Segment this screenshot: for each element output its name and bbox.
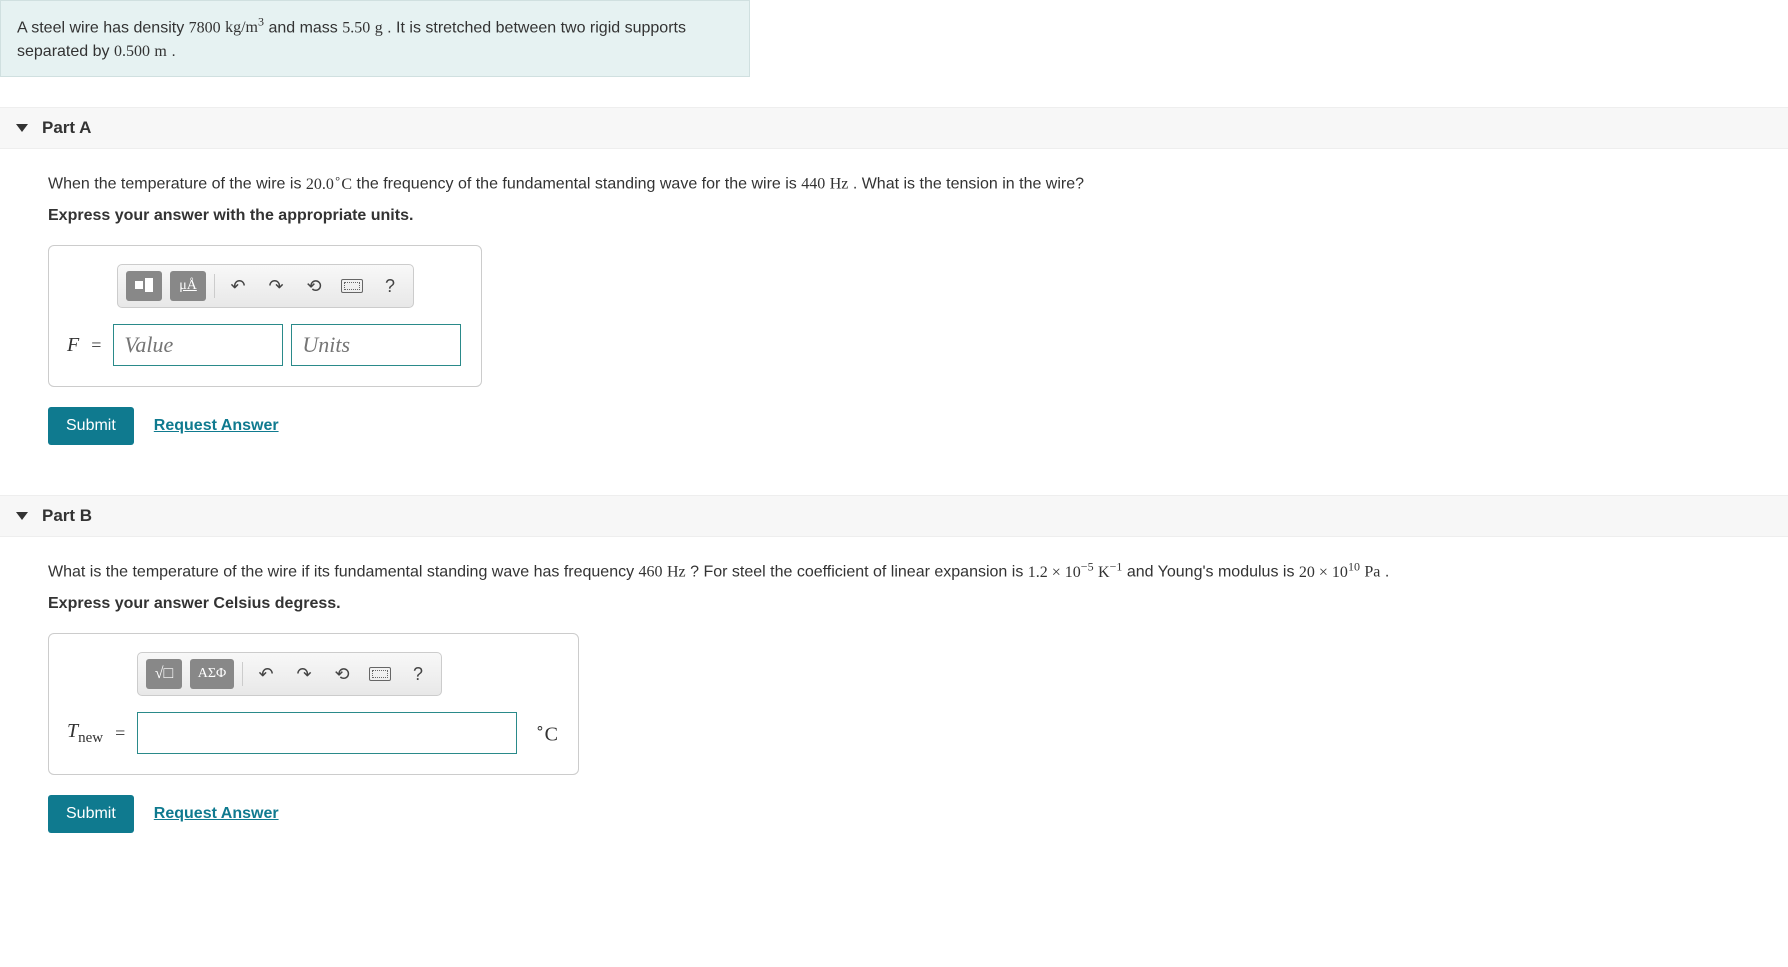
question-text: . <box>1385 564 1389 581</box>
part-a-title: Part A <box>42 118 91 138</box>
density-units: kg/m3 <box>225 19 264 36</box>
keyboard-icon[interactable] <box>365 660 395 688</box>
part-b-header[interactable]: Part B <box>0 495 1788 537</box>
question-text: ? For steel the coefficient of linear ex… <box>690 564 1028 581</box>
help-icon[interactable]: ? <box>375 272 405 300</box>
part-a-toolbar: μÅ ↶ ↷ ⟲ ? <box>117 264 414 308</box>
part-a-header[interactable]: Part A <box>0 107 1788 149</box>
frequency-unit: Hz <box>667 564 686 581</box>
young-unit: Pa <box>1364 564 1380 581</box>
length-units: m <box>154 43 166 60</box>
length-value: 0.500 <box>114 43 150 60</box>
equals-sign: = <box>115 723 125 744</box>
templates-icon[interactable]: √□ <box>146 659 182 689</box>
question-text: the frequency of the fundamental standin… <box>357 176 802 193</box>
reset-icon[interactable]: ⟲ <box>299 272 329 300</box>
part-b-body: What is the temperature of the wire if i… <box>0 537 1788 853</box>
young-modulus: 20 × 1010 <box>1299 564 1360 581</box>
templates-icon[interactable] <box>126 271 162 301</box>
part-a-body: When the temperature of the wire is 20.0… <box>0 149 1788 465</box>
frequency-value: 460 <box>639 564 663 581</box>
part-a-answer-box: μÅ ↶ ↷ ⟲ ? F = <box>48 245 482 387</box>
mass-value: 5.50 <box>342 19 370 36</box>
submit-button[interactable]: Submit <box>48 795 134 833</box>
undo-icon[interactable]: ↶ <box>251 660 281 688</box>
help-icon[interactable]: ? <box>403 660 433 688</box>
part-a-input-row: F = <box>67 324 461 366</box>
part-b-title: Part B <box>42 506 92 526</box>
problem-statement: A steel wire has density 7800 kg/m3 and … <box>0 0 750 77</box>
unit-suffix: ∘C <box>535 719 558 747</box>
problem-text: A steel wire has density <box>17 19 189 36</box>
question-text: When the temperature of the wire is <box>48 176 306 193</box>
variable-label: Tnew <box>67 720 103 747</box>
part-b-input-row: Tnew = ∘C <box>67 712 558 754</box>
units-picker-button[interactable]: μÅ <box>170 271 206 301</box>
variable-label: F <box>67 334 79 357</box>
redo-icon[interactable]: ↷ <box>289 660 319 688</box>
value-input[interactable] <box>137 712 517 754</box>
question-text: What is the temperature of the wire if i… <box>48 564 639 581</box>
part-b-toolbar: √□ ΑΣΦ ↶ ↷ ⟲ ? <box>137 652 442 696</box>
part-a-question: When the temperature of the wire is 20.0… <box>48 169 1740 197</box>
problem-text: and mass <box>268 19 342 36</box>
part-b-actions: Submit Request Answer <box>48 795 1740 833</box>
separator <box>214 274 215 298</box>
density-value: 7800 <box>189 19 221 36</box>
chevron-down-icon <box>16 512 28 520</box>
temperature-value: 20.0∘C <box>306 176 352 193</box>
request-answer-link[interactable]: Request Answer <box>154 417 279 435</box>
value-input[interactable] <box>113 324 283 366</box>
reset-icon[interactable]: ⟲ <box>327 660 357 688</box>
mass-units: g <box>375 19 383 36</box>
problem-text: . <box>171 43 175 60</box>
question-text: . What is the tension in the wire? <box>853 176 1084 193</box>
undo-icon[interactable]: ↶ <box>223 272 253 300</box>
expansion-unit: K−1 <box>1098 564 1122 581</box>
keyboard-icon[interactable] <box>337 272 367 300</box>
frequency-value: 440 <box>801 176 825 193</box>
units-input[interactable] <box>291 324 461 366</box>
question-text: and Young's modulus is <box>1127 564 1299 581</box>
part-b-question: What is the temperature of the wire if i… <box>48 557 1740 585</box>
separator <box>242 662 243 686</box>
expansion-coef: 1.2 × 10−5 <box>1028 564 1094 581</box>
chevron-down-icon <box>16 124 28 132</box>
greek-picker-button[interactable]: ΑΣΦ <box>190 659 234 689</box>
part-b-instruction: Express your answer Celsius degress. <box>48 595 1740 613</box>
part-a-instruction: Express your answer with the appropriate… <box>48 207 1740 225</box>
request-answer-link[interactable]: Request Answer <box>154 805 279 823</box>
submit-button[interactable]: Submit <box>48 407 134 445</box>
part-b-answer-box: √□ ΑΣΦ ↶ ↷ ⟲ ? Tnew = ∘C <box>48 633 579 775</box>
redo-icon[interactable]: ↷ <box>261 272 291 300</box>
equals-sign: = <box>91 335 101 356</box>
frequency-unit: Hz <box>830 176 849 193</box>
part-a-actions: Submit Request Answer <box>48 407 1740 445</box>
